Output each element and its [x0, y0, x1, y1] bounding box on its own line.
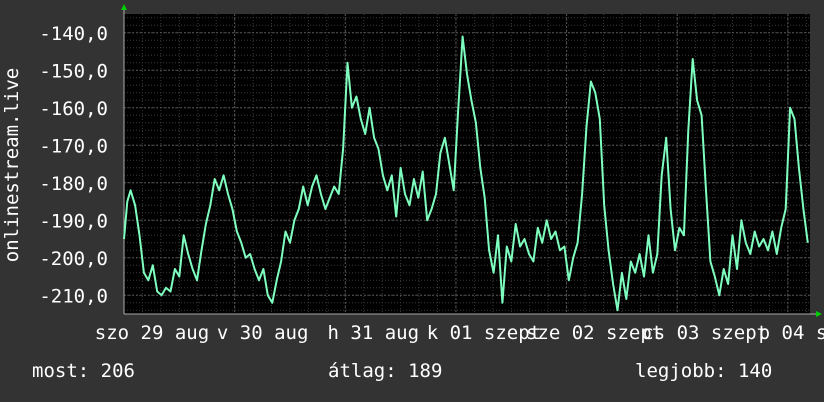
- x-tick-label: szo 29 aug: [95, 322, 209, 344]
- y-tick-label: -190,0: [39, 210, 108, 232]
- y-tick-label: -200,0: [39, 248, 108, 270]
- x-tick-label: k 01 szept: [427, 322, 541, 344]
- plot-area: [124, 14, 810, 314]
- stat-average: átlag: 189: [328, 360, 443, 382]
- y-tick-label: -180,0: [39, 173, 108, 195]
- y-tick-label: -210,0: [39, 285, 108, 307]
- x-tick-label: h 31 aug: [328, 322, 420, 344]
- stat-best: legjobb: 140: [635, 360, 773, 382]
- y-tick-label: -150,0: [39, 60, 108, 82]
- y-axis-label-text: onlinestream.live: [1, 67, 23, 263]
- stream-chart: -140,0 -150,0 -160,0 -170,0 -180,0 -190,0 -200…: [39, 4, 824, 344]
- y-tick-label: -170,0: [39, 135, 108, 157]
- y-tick-label: -160,0: [39, 98, 108, 120]
- y-axis-arrow: [121, 4, 127, 10]
- x-tick-label: p 04 szept: [759, 322, 824, 344]
- x-tick-label: cs 03 szept: [642, 322, 768, 344]
- y-tick-label: -140,0: [39, 23, 108, 45]
- stats-bar: most: 206 átlag: 189 legjobb: 140: [0, 360, 824, 390]
- stat-current: most: 206: [32, 360, 135, 382]
- y-axis-label: onlinestream.live: [0, 0, 26, 320]
- x-tick-label: v 30 aug: [217, 322, 309, 344]
- x-axis-arrow: [816, 311, 822, 317]
